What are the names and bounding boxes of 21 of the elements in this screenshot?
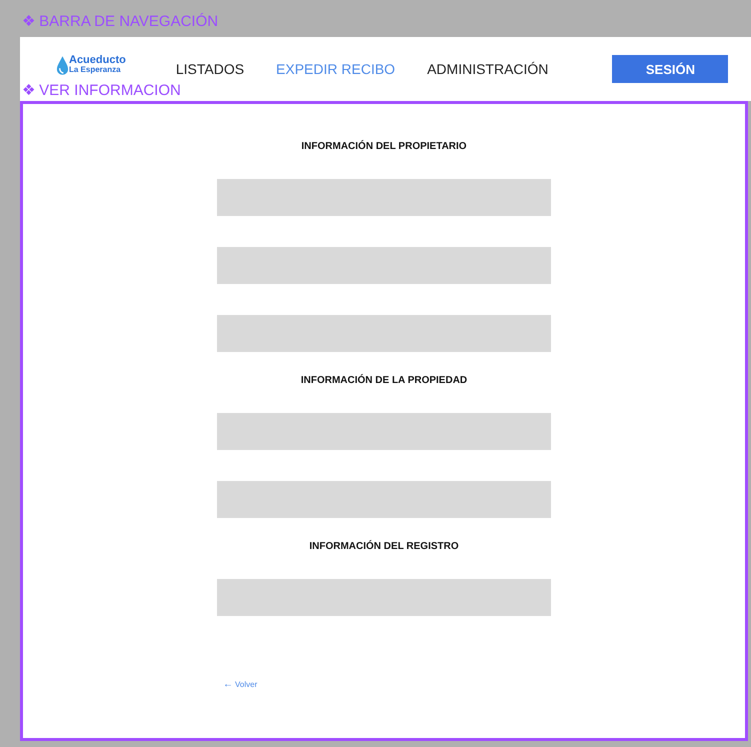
arrow-left-icon: ← — [223, 679, 233, 690]
section-title: INFORMACIÓN DEL REGISTRO — [309, 540, 459, 554]
nav-link[interactable]: EXPEDIR RECIBO — [276, 61, 396, 77]
section-title: INFORMACIÓN DEL PROPIETARIO — [301, 140, 467, 154]
nav-link[interactable]: ADMINISTRACIÓN — [427, 61, 548, 77]
nav-link[interactable]: LISTADOS — [176, 61, 244, 77]
input-field[interactable] — [217, 247, 551, 284]
back-link[interactable]: ← Volver — [223, 679, 258, 690]
frame-label: ❖ VER INFORMACION — [22, 81, 181, 101]
logo-title: Acueducto — [69, 55, 126, 65]
water-drop-icon — [56, 54, 69, 76]
session-button[interactable]: SESIÓN — [612, 55, 728, 83]
input-field[interactable] — [217, 413, 551, 450]
frame-label: ❖ BARRA DE NAVEGACIÓN — [22, 12, 220, 32]
input-field[interactable] — [217, 579, 551, 616]
back-text: Volver — [235, 680, 258, 689]
input-field[interactable] — [217, 179, 551, 216]
input-field[interactable] — [217, 481, 551, 518]
section-title: INFORMACIÓN DE LA PROPIEDAD — [300, 374, 468, 388]
input-field[interactable] — [217, 315, 551, 352]
logo-subtitle: La Esperanza — [69, 65, 122, 75]
